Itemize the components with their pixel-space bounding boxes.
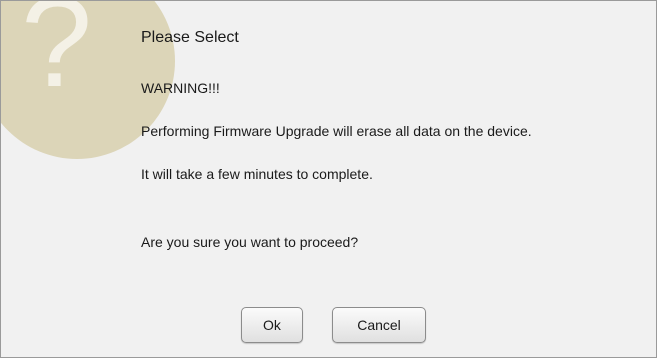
question-mark-glyph: ? [21,0,93,114]
warning-text: WARNING!!! [141,80,220,96]
message-line-erase: Performing Firmware Upgrade will erase a… [141,123,532,139]
ok-button[interactable]: Ok [241,307,303,343]
dialog-title: Please Select [141,29,239,46]
message-line-duration: It will take a few minutes to complete. [141,166,373,182]
confirm-dialog: ? Please Select WARNING!!! Performing Fi… [0,0,657,358]
message-line-confirm: Are you sure you want to proceed? [141,234,359,250]
cancel-button[interactable]: Cancel [332,307,426,343]
